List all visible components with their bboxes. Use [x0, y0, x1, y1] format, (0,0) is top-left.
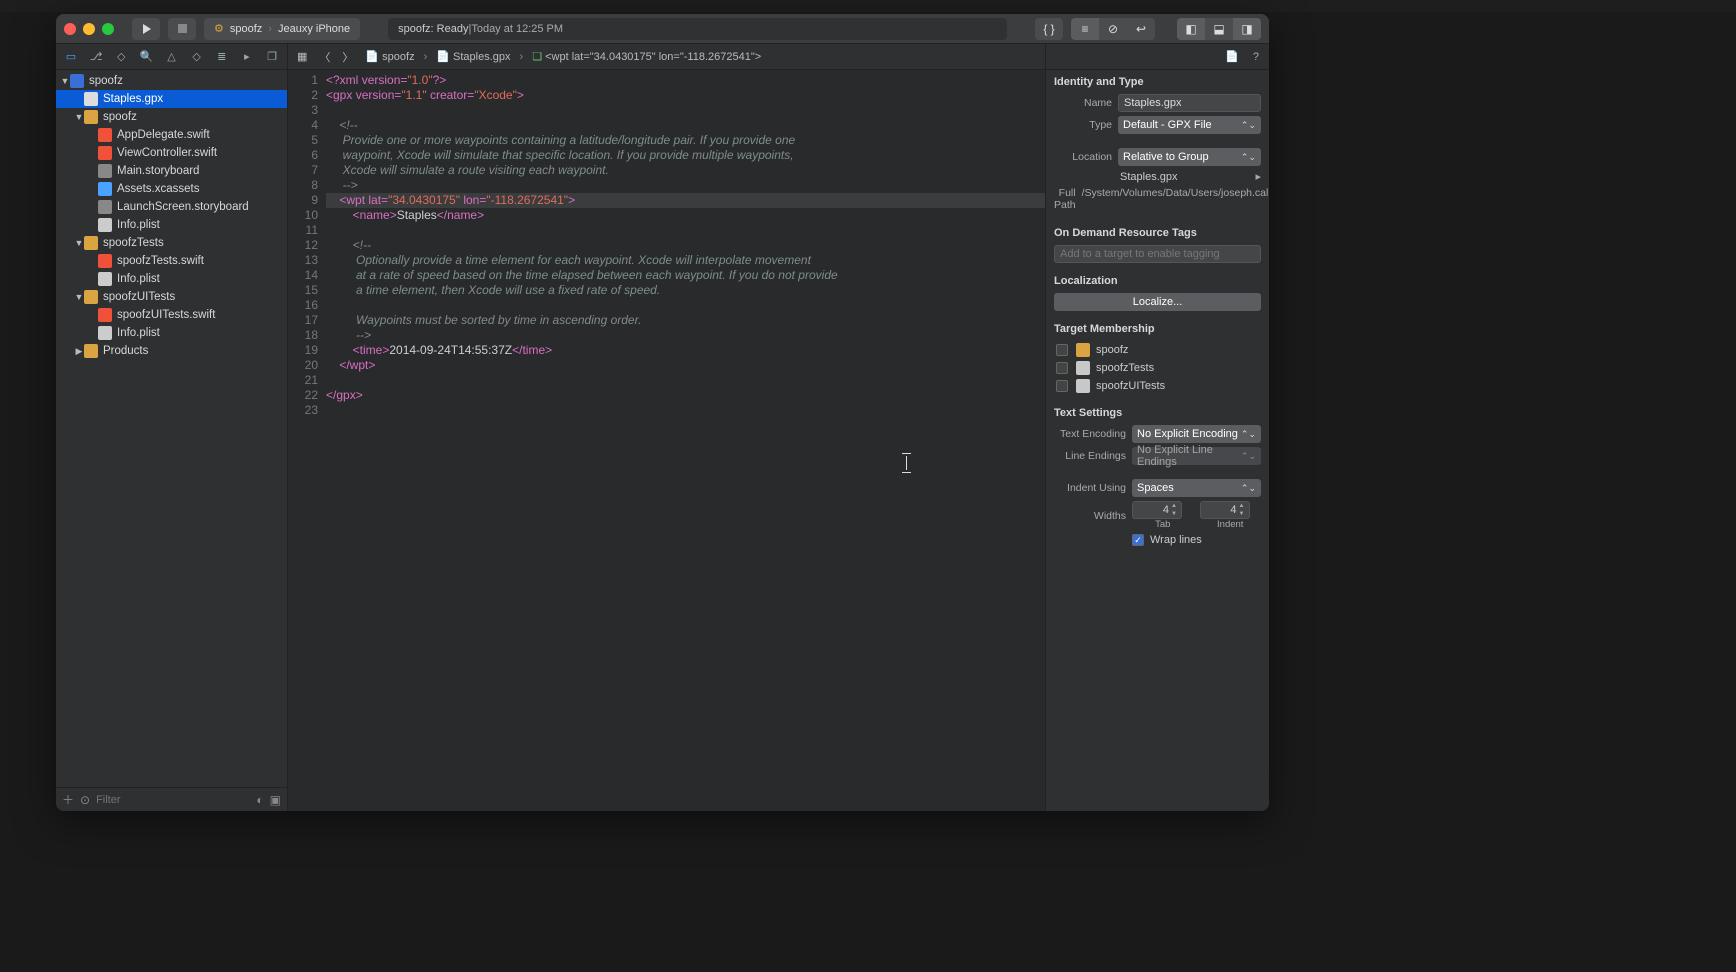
tree-row[interactable]: spoofzUITests.swift [56, 306, 287, 324]
jump-file[interactable]: 📄 Staples.gpx [433, 50, 513, 63]
find-navigator-tab[interactable]: 🔍 [137, 48, 155, 66]
standard-editor-button[interactable]: ≡ [1071, 18, 1099, 40]
filter-input[interactable] [96, 794, 250, 806]
xcode-window: ⚙︎ spoofz › Jeauxy iPhone spoofz: Ready … [56, 14, 1269, 811]
file-inspector-tab[interactable]: 📄 [1225, 50, 1239, 63]
tree-row[interactable]: Main.storyboard [56, 162, 287, 180]
indent-using-select[interactable]: Spaces⌃⌄ [1132, 479, 1261, 497]
target-row[interactable]: spoofzUITests [1054, 377, 1261, 395]
navigator-panel: ▭ ⎇ ◇ 🔍 △ ◇ ≣ ▸ ❐ ▼spoofz Staples.gpx▼sp… [56, 44, 288, 811]
file-type-select[interactable]: Default - GPX File⌃⌄ [1118, 116, 1261, 134]
text-cursor-icon [906, 456, 907, 470]
tree-row[interactable]: AppDelegate.swift [56, 126, 287, 144]
scheme-device-label: Jeauxy iPhone [278, 23, 350, 35]
toolbar: ⚙︎ spoofz › Jeauxy iPhone spoofz: Ready … [56, 14, 1269, 44]
tree-row[interactable]: ViewController.swift [56, 144, 287, 162]
version-editor-button[interactable]: ↩ [1127, 18, 1155, 40]
editor-mode-segment: ≡ ⊘ ↩ [1071, 18, 1155, 40]
project-tree[interactable]: ▼spoofz Staples.gpx▼spoofz AppDelegate.s… [56, 70, 287, 787]
report-navigator-tab[interactable]: ❐ [263, 48, 281, 66]
forward-button[interactable]: 〉 [339, 49, 356, 65]
source-control-navigator-tab[interactable]: ⎇ [87, 48, 105, 66]
tree-row[interactable]: Assets.xcassets [56, 180, 287, 198]
tree-row[interactable]: ▼spoofz [56, 72, 287, 90]
target-row[interactable]: spoofz [1054, 341, 1261, 359]
related-items-button[interactable]: ▦ [294, 50, 310, 63]
editor-area: ▦ 〈 〉 📄 spoofz › 📄 Staples.gpx › ❏ <wpt … [288, 44, 1045, 811]
file-name-input[interactable]: Staples.gpx [1118, 94, 1261, 112]
tree-row[interactable]: LaunchScreen.storyboard [56, 198, 287, 216]
tree-row[interactable]: Info.plist [56, 216, 287, 234]
wrap-lines-label: Wrap lines [1150, 534, 1202, 546]
project-navigator-tab[interactable]: ▭ [62, 48, 80, 66]
pane-toggle-segment: ◧ ⬓ ◨ [1177, 18, 1261, 40]
toggle-inspector-button[interactable]: ◨ [1233, 18, 1261, 40]
tree-row[interactable]: ▼spoofz [56, 108, 287, 126]
breakpoint-navigator-tab[interactable]: ▸ [238, 48, 256, 66]
indent-width-stepper[interactable]: 4▲▼ [1200, 501, 1250, 519]
window-controls [64, 23, 114, 35]
help-inspector-tab[interactable]: ? [1253, 51, 1259, 63]
tree-row[interactable]: ▼spoofzTests [56, 234, 287, 252]
full-path-label: /System/Volumes/Data/Users/joseph.callaw… [1082, 187, 1269, 200]
back-button[interactable]: 〈 [316, 49, 333, 65]
tree-row[interactable]: spoofzTests.swift [56, 252, 287, 270]
scm-filter-button[interactable]: ▣ [270, 793, 281, 807]
tree-row[interactable]: Info.plist [56, 324, 287, 342]
code-snippets-button[interactable]: { } [1035, 18, 1063, 40]
issue-navigator-tab[interactable]: △ [163, 48, 181, 66]
odr-tags-input: Add to a target to enable tagging [1054, 245, 1261, 263]
close-window-button[interactable] [64, 23, 76, 35]
filter-icon: ⊙ [80, 793, 90, 807]
tree-row[interactable]: ▶Products [56, 342, 287, 360]
line-endings-select[interactable]: No Explicit Line Endings⌃⌄ [1132, 447, 1261, 465]
locate-file-button[interactable]: ▸ [1255, 170, 1261, 183]
localization-section-title: Localization [1054, 275, 1261, 287]
navigator-tabs: ▭ ⎇ ◇ 🔍 △ ◇ ≣ ▸ ❐ [56, 44, 287, 70]
test-navigator-tab[interactable]: ◇ [188, 48, 206, 66]
toggle-debug-button[interactable]: ⬓ [1205, 18, 1233, 40]
scheme-target-label: spoofz [230, 23, 262, 35]
text-settings-title: Text Settings [1054, 407, 1261, 419]
activity-status: spoofz: Ready | Today at 12:25 PM [388, 18, 1007, 40]
stop-button[interactable] [168, 18, 196, 40]
navigator-filter-bar: ＋ ⊙ ◐ ▣ [56, 787, 287, 811]
jump-symbol[interactable]: ❏ <wpt lat="34.0430175" lon="-118.267254… [529, 50, 764, 63]
odr-section-title: On Demand Resource Tags [1054, 227, 1261, 239]
scheme-selector[interactable]: ⚙︎ spoofz › Jeauxy iPhone [204, 18, 360, 40]
jump-bar[interactable]: ▦ 〈 〉 📄 spoofz › 📄 Staples.gpx › ❏ <wpt … [288, 44, 1045, 70]
symbol-navigator-tab[interactable]: ◇ [112, 48, 130, 66]
minimize-window-button[interactable] [83, 23, 95, 35]
localize-button[interactable]: Localize... [1054, 293, 1261, 311]
location-select[interactable]: Relative to Group⌃⌄ [1118, 148, 1261, 166]
zoom-window-button[interactable] [102, 23, 114, 35]
text-encoding-select[interactable]: No Explicit Encoding⌃⌄ [1132, 425, 1261, 443]
location-file-label: Staples.gpx [1118, 171, 1249, 183]
target-row[interactable]: spoofzTests [1054, 359, 1261, 377]
identity-section-title: Identity and Type [1054, 76, 1261, 88]
toggle-navigator-button[interactable]: ◧ [1177, 18, 1205, 40]
assistant-editor-button[interactable]: ⊘ [1099, 18, 1127, 40]
tree-row[interactable]: ▼spoofzUITests [56, 288, 287, 306]
target-membership-title: Target Membership [1054, 323, 1261, 335]
run-button[interactable] [132, 18, 160, 40]
tree-row[interactable]: Info.plist [56, 270, 287, 288]
debug-navigator-tab[interactable]: ≣ [213, 48, 231, 66]
add-button[interactable]: ＋ [62, 791, 74, 808]
tree-row[interactable]: Staples.gpx [56, 90, 287, 108]
wrap-lines-checkbox[interactable] [1132, 534, 1144, 546]
tab-width-stepper[interactable]: 4▲▼ [1132, 501, 1182, 519]
source-editor[interactable]: 1234567891011121314151617181920212223 <?… [288, 70, 1045, 811]
recent-filter-button[interactable]: ◐ [256, 793, 263, 807]
inspector-panel: 📄 ? Identity and Type Name Staples.gpx T… [1045, 44, 1269, 811]
jump-project[interactable]: 📄 spoofz [362, 50, 417, 63]
inspector-tabs: 📄 ? [1046, 44, 1269, 70]
